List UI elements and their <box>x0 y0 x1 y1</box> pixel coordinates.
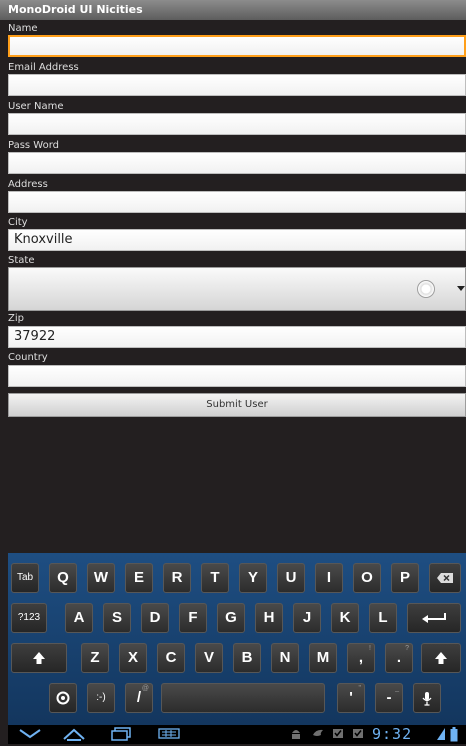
key-m[interactable]: M <box>309 643 337 673</box>
address-input[interactable] <box>8 191 466 213</box>
enter-icon <box>422 613 446 624</box>
key-comma-label: , <box>358 649 364 666</box>
radio-icon <box>417 280 435 298</box>
key-h[interactable]: H <box>255 603 283 633</box>
zip-input[interactable]: 37922 <box>8 326 466 348</box>
app-title-bar: MonoDroid UI Nicities <box>0 0 466 20</box>
key-q[interactable]: Q <box>49 563 77 593</box>
key-l[interactable]: L <box>369 603 397 633</box>
email-input[interactable] <box>8 74 466 96</box>
settings-icon <box>56 691 70 705</box>
password-label: Pass Word <box>8 140 60 151</box>
key-period[interactable]: . ? <box>385 643 413 673</box>
submit-user-button[interactable]: Submit User <box>8 393 466 417</box>
name-input[interactable] <box>8 35 466 57</box>
key-r[interactable]: R <box>163 563 191 593</box>
key-slash-hint: @ <box>141 685 149 692</box>
key-slash-label: / <box>136 689 142 706</box>
key-z[interactable]: Z <box>81 643 109 673</box>
key-e[interactable]: E <box>125 563 153 593</box>
key-g[interactable]: G <box>217 603 245 633</box>
key-dash-label: - <box>386 689 392 706</box>
key-b[interactable]: B <box>233 643 261 673</box>
country-input[interactable] <box>8 365 466 387</box>
dropdown-arrow-icon <box>457 286 465 291</box>
soft-keyboard: Tab Q W E R T Y U I O P ?123 A S D F G H… <box>8 553 466 725</box>
key-slash[interactable]: / @ <box>125 683 153 713</box>
key-y[interactable]: Y <box>239 563 267 593</box>
key-o[interactable]: O <box>353 563 381 593</box>
app-title: MonoDroid UI Nicities <box>8 3 143 16</box>
shift-icon <box>435 652 447 665</box>
key-settings[interactable] <box>49 683 77 713</box>
key-comma-hint: ! <box>369 645 371 652</box>
password-input[interactable] <box>8 152 466 174</box>
clock: 9:32 <box>372 725 413 743</box>
key-i[interactable]: I <box>315 563 343 593</box>
key-d[interactable]: D <box>141 603 169 633</box>
back-icon[interactable] <box>18 727 42 743</box>
checkbox-icon <box>352 727 364 743</box>
name-label: Name <box>8 23 38 34</box>
key-space[interactable] <box>161 683 325 713</box>
home-icon[interactable] <box>62 727 86 745</box>
key-p[interactable]: P <box>391 563 419 593</box>
key-v[interactable]: V <box>195 643 223 673</box>
address-label: Address <box>8 179 48 190</box>
country-label: Country <box>8 352 48 363</box>
signal-icon <box>436 727 446 745</box>
key-period-label: . <box>396 649 402 666</box>
battery-icon <box>450 727 458 746</box>
key-enter[interactable] <box>407 603 461 633</box>
shift-icon <box>33 652 45 665</box>
key-k[interactable]: K <box>331 603 359 633</box>
key-a[interactable]: A <box>65 603 93 633</box>
key-c[interactable]: C <box>157 643 185 673</box>
state-spinner[interactable] <box>8 267 466 311</box>
key-comma[interactable]: , ! <box>347 643 375 673</box>
system-bar: 9:32 <box>8 725 466 744</box>
username-label: User Name <box>8 101 64 112</box>
key-smiley[interactable]: :-) <box>87 683 115 713</box>
key-j[interactable]: J <box>293 603 321 633</box>
key-apostrophe-label: ' <box>349 689 353 706</box>
key-backspace[interactable] <box>429 563 461 593</box>
key-symbols[interactable]: ?123 <box>11 603 47 633</box>
recent-apps-icon[interactable] <box>110 727 132 745</box>
key-dash-hint: _ <box>395 685 399 692</box>
city-label: City <box>8 217 28 228</box>
key-w[interactable]: W <box>87 563 115 593</box>
email-label: Email Address <box>8 62 79 73</box>
city-input[interactable]: Knoxville <box>8 229 466 251</box>
key-shift-left[interactable] <box>11 643 67 673</box>
key-u[interactable]: U <box>277 563 305 593</box>
key-s[interactable]: S <box>103 603 131 633</box>
key-t[interactable]: T <box>201 563 229 593</box>
zip-label: Zip <box>8 313 24 324</box>
backspace-icon <box>437 573 453 584</box>
key-mic[interactable] <box>413 683 441 713</box>
checkbox-icon <box>332 727 344 743</box>
key-f[interactable]: F <box>179 603 207 633</box>
key-n[interactable]: N <box>271 643 299 673</box>
state-label: State <box>8 255 35 266</box>
username-input[interactable] <box>8 113 466 135</box>
key-dash[interactable]: - _ <box>375 683 403 713</box>
key-shift-right[interactable] <box>421 643 461 673</box>
key-tab[interactable]: Tab <box>11 563 39 593</box>
key-x[interactable]: X <box>119 643 147 673</box>
keyboard-switch-icon[interactable] <box>158 727 180 743</box>
bird-icon <box>312 727 324 743</box>
mic-icon <box>422 691 432 706</box>
key-period-hint: ? <box>405 645 409 652</box>
key-apostrophe-hint: " <box>358 685 362 692</box>
key-apostrophe[interactable]: ' " <box>337 683 365 713</box>
android-debug-icon <box>290 727 302 744</box>
